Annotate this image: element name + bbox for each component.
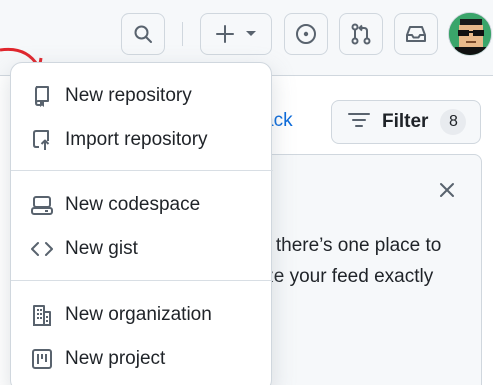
close-icon[interactable] bbox=[438, 181, 456, 204]
menu-divider bbox=[11, 280, 273, 281]
card-text-line-1: o there’s one place to bbox=[260, 235, 442, 256]
menu-item-import-repository[interactable]: Import repository bbox=[11, 120, 273, 160]
filter-icon bbox=[348, 111, 370, 134]
inbox-button[interactable] bbox=[394, 13, 438, 55]
code-icon bbox=[30, 237, 54, 261]
pull-requests-button[interactable] bbox=[339, 13, 383, 55]
menu-item-label: New gist bbox=[65, 238, 138, 259]
menu-item-label: New repository bbox=[65, 85, 192, 106]
menu-item-label: New codespace bbox=[65, 194, 201, 215]
filter-button[interactable]: Filter 8 bbox=[331, 100, 481, 144]
avatar[interactable] bbox=[448, 12, 492, 56]
codespaces-icon bbox=[30, 193, 54, 217]
menu-item-label: New project bbox=[65, 348, 166, 369]
menu-item-label: New organization bbox=[65, 304, 212, 325]
menu-item-new-codespace[interactable]: New codespace bbox=[11, 185, 273, 225]
plus-icon bbox=[215, 24, 235, 44]
filter-label: Filter bbox=[382, 111, 429, 132]
search-icon bbox=[133, 24, 153, 44]
menu-item-new-project[interactable]: New project bbox=[11, 339, 273, 379]
create-new-menu: New repository Import repository New cod… bbox=[10, 62, 273, 385]
menu-item-new-gist[interactable]: New gist bbox=[11, 229, 273, 269]
repo-push-icon bbox=[30, 128, 54, 152]
repo-icon bbox=[30, 84, 54, 108]
search-button[interactable] bbox=[121, 13, 165, 55]
filter-count-badge: 8 bbox=[440, 109, 467, 135]
organization-icon bbox=[30, 303, 54, 327]
card-text-line-2: ize your feed exactly bbox=[260, 266, 434, 287]
issue-opened-icon bbox=[295, 23, 317, 45]
project-icon bbox=[30, 347, 54, 371]
header-divider bbox=[182, 22, 183, 46]
create-new-button[interactable] bbox=[200, 13, 272, 55]
git-pull-request-icon bbox=[350, 23, 372, 45]
menu-divider bbox=[11, 170, 273, 171]
inbox-icon bbox=[405, 23, 427, 45]
menu-item-label: Import repository bbox=[65, 129, 208, 150]
triangle-down-icon bbox=[245, 30, 257, 38]
issues-button[interactable] bbox=[284, 13, 328, 55]
menu-item-new-organization[interactable]: New organization bbox=[11, 295, 273, 335]
menu-item-new-repository[interactable]: New repository bbox=[11, 76, 273, 116]
